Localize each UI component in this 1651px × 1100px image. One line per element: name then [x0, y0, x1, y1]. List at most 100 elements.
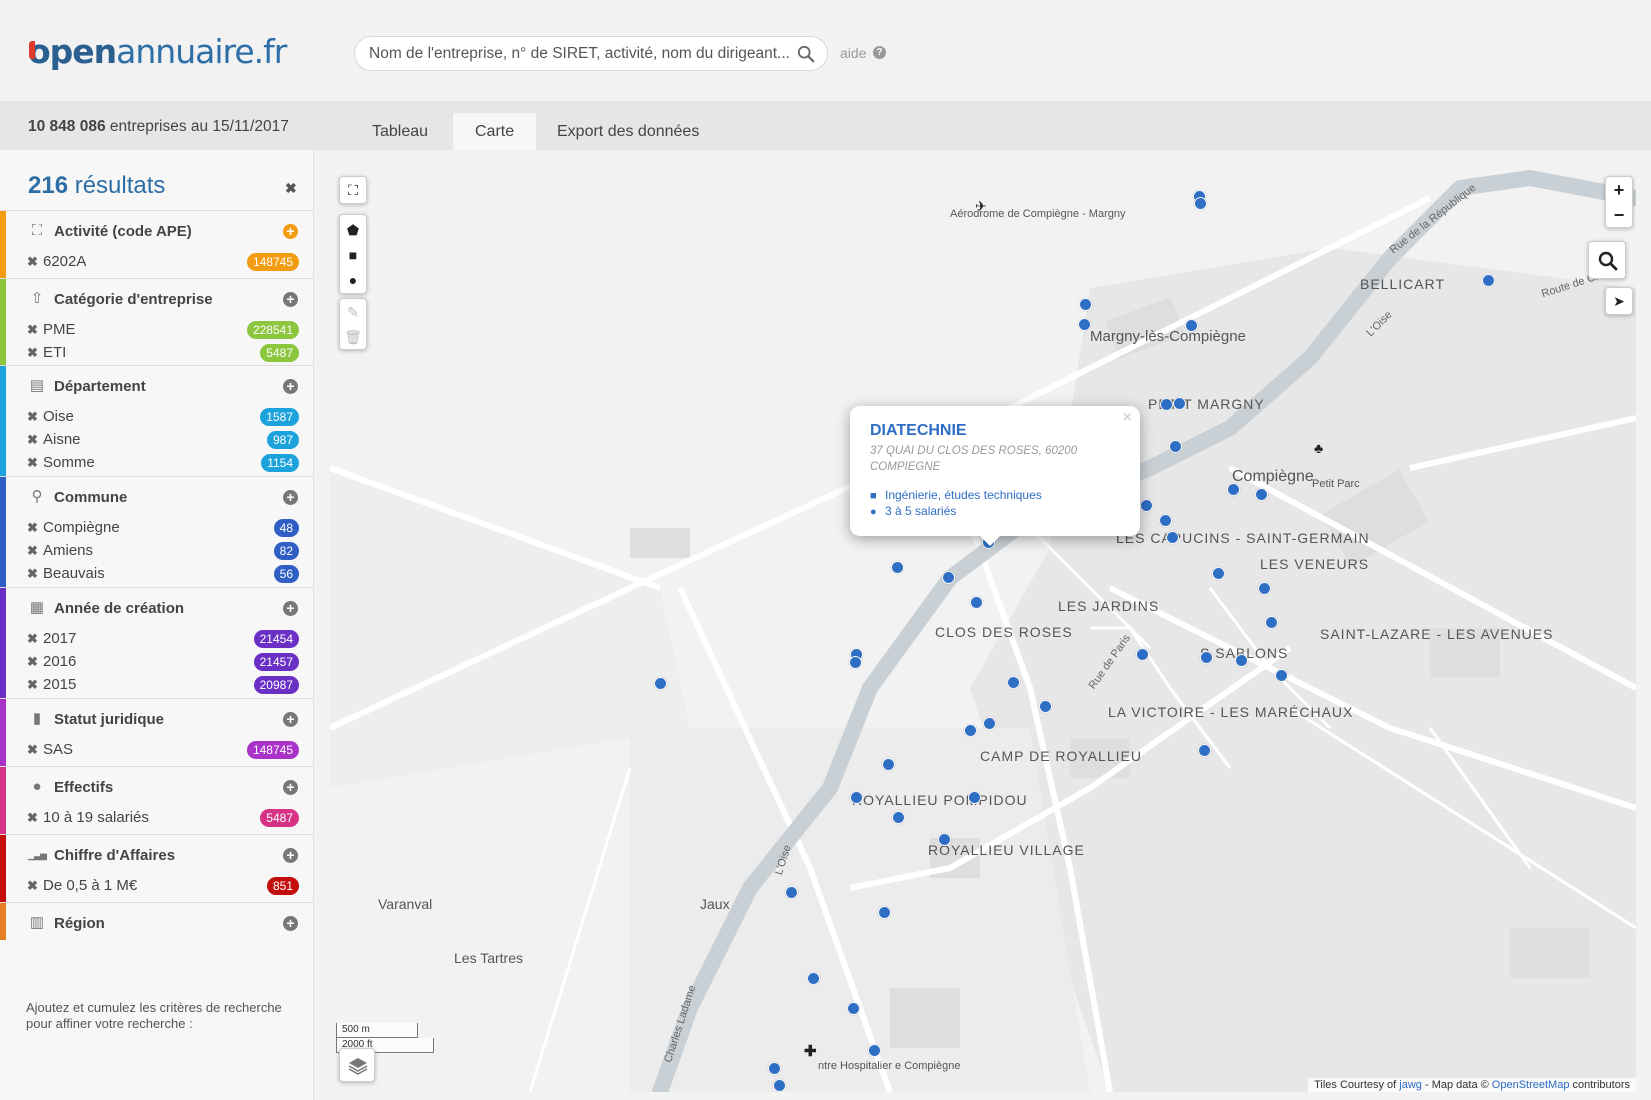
company-marker[interactable] — [1235, 654, 1248, 667]
company-marker[interactable] — [868, 1044, 881, 1057]
company-marker[interactable] — [1482, 274, 1495, 287]
company-marker[interactable] — [1198, 744, 1211, 757]
zoom-in-icon[interactable]: + — [1606, 177, 1632, 203]
company-marker[interactable] — [942, 571, 955, 584]
company-marker[interactable] — [1185, 319, 1198, 332]
filter-section-title[interactable]: Activité (code APE) — [54, 223, 192, 240]
company-marker[interactable] — [970, 596, 983, 609]
company-marker[interactable] — [1265, 616, 1278, 629]
company-marker[interactable] — [878, 906, 891, 919]
company-marker[interactable] — [1173, 397, 1186, 410]
help-link[interactable]: aide — [840, 45, 866, 61]
results-map[interactable]: Aérodrome de Compiègne - Margny Margny-l… — [330, 168, 1636, 1092]
company-marker[interactable] — [1227, 483, 1240, 496]
company-marker[interactable] — [807, 972, 820, 985]
company-marker[interactable] — [1200, 651, 1213, 664]
filter-section-title[interactable]: Commune — [54, 489, 127, 506]
osm-link[interactable]: OpenStreetMap — [1492, 1079, 1570, 1091]
company-marker[interactable] — [1169, 440, 1182, 453]
company-marker[interactable] — [1160, 398, 1173, 411]
add-filter-icon[interactable]: + — [283, 780, 298, 795]
company-marker[interactable] — [1079, 298, 1092, 311]
company-marker[interactable] — [1140, 499, 1153, 512]
remove-filter-icon[interactable]: ✖ — [27, 455, 38, 471]
remove-filter-icon[interactable]: ✖ — [27, 878, 38, 894]
add-filter-icon[interactable]: + — [283, 490, 298, 505]
filter-section-title[interactable]: Catégorie d'entreprise — [54, 291, 213, 308]
add-filter-icon[interactable]: + — [283, 292, 298, 307]
remove-filter-icon[interactable]: ✖ — [27, 654, 38, 670]
company-marker[interactable] — [1275, 669, 1288, 682]
filter-section-title[interactable]: Effectifs — [54, 779, 113, 796]
company-marker[interactable] — [1159, 514, 1172, 527]
remove-filter-icon[interactable]: ✖ — [27, 322, 38, 338]
zoom-out-icon[interactable]: − — [1606, 202, 1632, 228]
company-marker[interactable] — [1258, 582, 1271, 595]
filter-section-title[interactable]: Chiffre d'Affaires — [54, 847, 175, 864]
tab-export[interactable]: Export des données — [535, 113, 721, 150]
add-filter-icon[interactable]: + — [283, 379, 298, 394]
map-search-icon[interactable] — [1598, 251, 1618, 271]
popup-company-name[interactable]: DIATECHNIE — [870, 422, 967, 440]
company-marker[interactable] — [1039, 700, 1052, 713]
company-marker[interactable] — [850, 791, 863, 804]
company-marker[interactable] — [968, 791, 981, 804]
add-filter-icon[interactable]: + — [283, 916, 298, 931]
filter-section-title[interactable]: Département — [54, 378, 146, 395]
tab-tableau[interactable]: Tableau — [350, 113, 450, 150]
jawg-link[interactable]: jawg — [1399, 1079, 1422, 1091]
trash-icon[interactable]: 🗑 — [340, 324, 366, 350]
company-marker[interactable] — [773, 1079, 786, 1092]
add-filter-icon[interactable]: + — [283, 224, 298, 239]
remove-filter-icon[interactable]: ✖ — [27, 432, 38, 448]
add-filter-icon[interactable]: + — [283, 601, 298, 616]
draw-rectangle-icon[interactable]: ■ — [340, 242, 366, 268]
remove-filter-icon[interactable]: ✖ — [27, 409, 38, 425]
remove-filter-icon[interactable]: ✖ — [27, 543, 38, 559]
company-marker[interactable] — [983, 717, 996, 730]
remove-filter-icon[interactable]: ✖ — [27, 742, 38, 758]
company-marker[interactable] — [1166, 531, 1179, 544]
remove-filter-icon[interactable]: ✖ — [27, 345, 38, 361]
draw-polygon-icon[interactable]: ⬟ — [340, 217, 366, 243]
filter-section-title[interactable]: Année de création — [54, 600, 184, 617]
company-marker[interactable] — [882, 758, 895, 771]
company-marker[interactable] — [938, 833, 951, 846]
remove-filter-icon[interactable]: ✖ — [27, 566, 38, 582]
company-marker[interactable] — [1255, 488, 1268, 501]
remove-filter-icon[interactable]: ✖ — [27, 810, 38, 826]
filter-section-title[interactable]: Statut juridique — [54, 711, 164, 728]
popup-close-icon[interactable]: × — [1123, 409, 1132, 427]
remove-filter-icon[interactable]: ✖ — [27, 631, 38, 647]
help-icon[interactable]: ? — [873, 46, 886, 59]
company-marker[interactable] — [849, 656, 862, 669]
clear-filters-button[interactable]: ✖ — [285, 180, 297, 197]
layers-icon[interactable] — [347, 1056, 369, 1076]
locate-icon[interactable]: ➤ — [1606, 288, 1632, 314]
add-filter-icon[interactable]: + — [283, 712, 298, 727]
remove-filter-icon[interactable]: ✖ — [27, 254, 38, 270]
company-marker[interactable] — [1007, 676, 1020, 689]
search-input[interactable] — [369, 44, 789, 64]
company-marker[interactable] — [964, 724, 977, 737]
tab-carte[interactable]: Carte — [453, 113, 537, 150]
draw-circle-icon[interactable]: ● — [340, 267, 366, 293]
company-marker[interactable] — [847, 1002, 860, 1015]
company-marker[interactable] — [891, 561, 904, 574]
remove-filter-icon[interactable]: ✖ — [27, 520, 38, 536]
company-marker[interactable] — [1194, 197, 1207, 210]
filter-section-title[interactable]: Région — [54, 915, 105, 932]
company-marker[interactable] — [785, 886, 798, 899]
company-marker[interactable] — [768, 1062, 781, 1075]
company-marker[interactable] — [1078, 318, 1091, 331]
logo[interactable]: openannuaire.fr — [28, 32, 287, 71]
company-marker[interactable] — [892, 811, 905, 824]
company-marker[interactable] — [1136, 648, 1149, 661]
add-filter-icon[interactable]: + — [283, 848, 298, 863]
company-marker[interactable] — [654, 677, 667, 690]
edit-icon[interactable]: ✎ — [340, 299, 366, 325]
remove-filter-icon[interactable]: ✖ — [27, 677, 38, 693]
company-marker[interactable] — [1212, 567, 1225, 580]
search-icon[interactable] — [797, 45, 815, 63]
fullscreen-icon[interactable]: ⛶ — [340, 177, 366, 203]
